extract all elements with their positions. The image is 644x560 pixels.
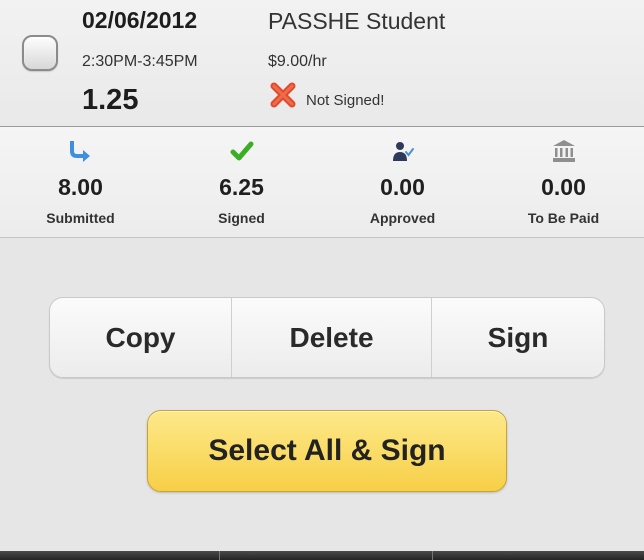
signed-value: 6.25: [219, 174, 264, 200]
entry-time-range: 2:30PM-3:45PM: [82, 53, 198, 70]
bank-icon: [552, 140, 575, 162]
timesheet-entry-row[interactable]: 02/06/2012 2:30PM-3:45PM 1.25 PASSHE Stu…: [0, 0, 644, 127]
to-be-paid-label: To Be Paid: [527, 210, 600, 226]
submitted-label: Submitted: [46, 210, 115, 226]
toolbar-divider: [219, 551, 220, 560]
entry-date: 02/06/2012: [82, 7, 198, 33]
signed-label: Signed: [218, 210, 265, 226]
entry-checkbox[interactable]: [22, 35, 58, 71]
totals-bar: 8.00 Submitted 6.25 Signed 0.00 Approved…: [0, 127, 644, 238]
toolbar-divider: [432, 551, 433, 560]
entry-job-title: PASSHE Student: [268, 8, 446, 34]
red-x-icon: [270, 82, 296, 108]
select-all-and-sign-button[interactable]: Select All & Sign: [147, 410, 507, 492]
stat-submitted: 8.00 Submitted: [0, 127, 161, 237]
approved-value: 0.00: [380, 174, 425, 200]
submitted-arrow-icon: [69, 141, 90, 162]
delete-button[interactable]: Delete: [232, 298, 431, 377]
sign-button[interactable]: Sign: [432, 298, 604, 377]
approver-person-icon: [392, 142, 414, 161]
entry-pay-rate: $9.00/hr: [268, 53, 327, 70]
entry-hours: 1.25: [82, 84, 139, 116]
stat-approved: 0.00 Approved: [322, 127, 483, 237]
submitted-value: 8.00: [58, 174, 103, 200]
to-be-paid-value: 0.00: [541, 174, 586, 200]
copy-button[interactable]: Copy: [50, 298, 231, 377]
entry-actions-group: Copy Delete Sign: [49, 297, 605, 378]
checkmark-icon: [230, 141, 253, 161]
bottom-toolbar[interactable]: [0, 551, 644, 560]
stat-to-be-paid: 0.00 To Be Paid: [483, 127, 644, 237]
approved-label: Approved: [369, 210, 436, 226]
status-text: Not Signed!: [306, 92, 385, 109]
stat-signed: 6.25 Signed: [161, 127, 322, 237]
